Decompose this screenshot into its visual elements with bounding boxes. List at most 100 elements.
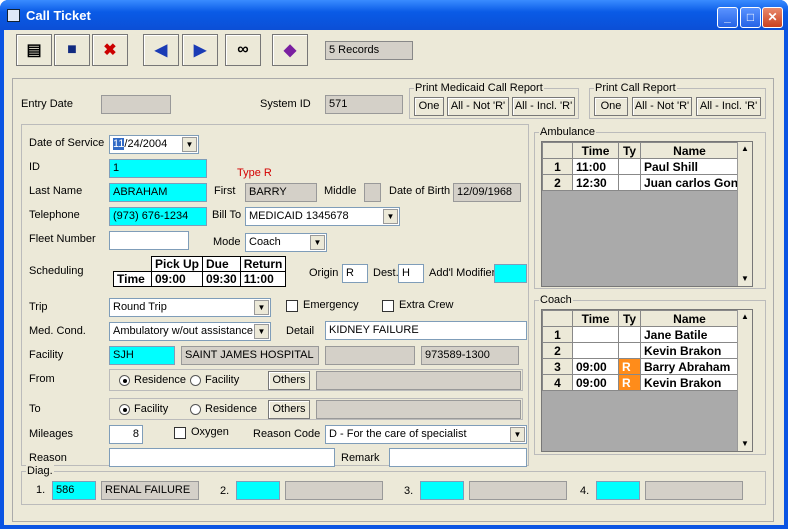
medicaid-all-incl-r-button[interactable]: All - Incl. 'R' (512, 97, 575, 116)
scroll-down-icon[interactable]: ▼ (738, 437, 752, 451)
scheduling-label: Scheduling (29, 265, 84, 277)
oxygen-label: Oxygen (191, 426, 229, 438)
remark-field[interactable] (389, 448, 527, 467)
due-time[interactable]: 09:30 (202, 271, 241, 287)
diag-4-code[interactable] (596, 481, 640, 500)
reason-field[interactable] (109, 448, 335, 467)
chevron-down-icon[interactable]: ▼ (510, 427, 525, 442)
ambulance-grid[interactable]: Time Ty Name 1 11:00 Paul Shill 2 12:30 Juan c… (541, 141, 753, 287)
bill-to-select[interactable]: MEDICAID 1345678 ▼ (245, 207, 400, 226)
trip-select[interactable]: Round Trip ▼ (109, 298, 271, 317)
return-time[interactable]: 11:00 (239, 271, 287, 287)
medicaid-one-button[interactable]: One (414, 97, 444, 116)
facility-phone-field: 973589-1300 (421, 346, 519, 365)
from-others-button[interactable]: Others (268, 371, 310, 390)
extra-crew-checkbox[interactable] (382, 300, 394, 312)
row-number: 2 (542, 174, 573, 191)
middle-field[interactable] (364, 183, 381, 202)
ambulance-ty-header: Ty (618, 142, 641, 159)
ambulance-time-header: Time (572, 142, 619, 159)
scroll-up-icon[interactable]: ▲ (738, 310, 752, 324)
entry-date-field[interactable] (101, 95, 171, 114)
to-residence-radio[interactable] (190, 404, 201, 415)
dest-field[interactable]: H (398, 264, 424, 283)
coach-time-header: Time (572, 310, 619, 327)
previous-button[interactable]: ◀ (143, 34, 179, 66)
call-all-incl-r-button[interactable]: All - Incl. 'R' (696, 97, 761, 116)
first-name-field[interactable]: BARRY (245, 183, 317, 202)
detail-field[interactable]: KIDNEY FAILURE (325, 321, 527, 340)
facility-name-field: SAINT JAMES HOSPITAL (181, 346, 319, 365)
row-type (618, 342, 641, 359)
medicaid-all-not-r-button[interactable]: All - Not 'R' (447, 97, 509, 116)
diag-1-code[interactable]: 586 (52, 481, 96, 500)
call-one-button[interactable]: One (594, 97, 628, 116)
ambulance-name-header: Name (640, 142, 739, 159)
origin-field[interactable]: R (342, 264, 368, 283)
table-row[interactable]: 2 12:30 Juan carlos Gon (542, 174, 739, 191)
delete-button[interactable]: ✖ (92, 34, 128, 66)
last-name-field[interactable]: ABRAHAM (109, 183, 207, 202)
chevron-down-icon[interactable]: ▼ (310, 235, 325, 250)
id-field[interactable]: 1 (109, 159, 207, 178)
facility-code-field[interactable]: SJH (109, 346, 175, 365)
emergency-checkbox[interactable] (286, 300, 298, 312)
call-all-not-r-button[interactable]: All - Not 'R' (632, 97, 692, 116)
from-facility-radio[interactable] (190, 375, 201, 386)
reason-code-select[interactable]: D - For the care of specialist ▼ (325, 425, 527, 444)
mode-select[interactable]: Coach ▼ (245, 233, 327, 252)
title-bar[interactable]: Call Ticket _ □ ✕ (0, 0, 788, 30)
diag-2-code[interactable] (236, 481, 280, 500)
chevron-down-icon[interactable]: ▼ (254, 300, 269, 315)
ambulance-scrollbar[interactable]: ▲ ▼ (737, 142, 752, 286)
dob-field[interactable]: 12/09/1968 (453, 183, 521, 202)
row-type (618, 158, 641, 175)
addl-modifier-field[interactable] (494, 264, 527, 283)
chevron-down-icon[interactable]: ▼ (254, 324, 269, 339)
row-number: 4 (542, 374, 573, 391)
med-cond-label: Med. Cond. (29, 325, 86, 337)
fleet-number-field[interactable] (109, 231, 189, 250)
coach-scrollbar[interactable]: ▲ ▼ (737, 310, 752, 451)
bill-to-value: MEDICAID 1345678 (249, 210, 349, 222)
dos-picker[interactable]: 11/24/2004 ▼ (109, 135, 199, 154)
time-row-label: Time (113, 271, 152, 287)
reason-code-label: Reason Code (253, 428, 321, 440)
row-time: 09:00 (572, 358, 619, 375)
table-row[interactable]: 2 Kevin Brakon (542, 342, 739, 359)
chevron-down-icon[interactable]: ▼ (182, 137, 197, 152)
diag-1-label: 1. (36, 484, 46, 496)
chevron-down-icon[interactable]: ▼ (383, 209, 398, 224)
maximize-button[interactable]: □ (740, 7, 761, 28)
scroll-up-icon[interactable]: ▲ (738, 142, 752, 156)
table-row[interactable]: 1 11:00 Paul Shill (542, 158, 739, 175)
help-button[interactable]: ◆ (272, 34, 308, 66)
minimize-button[interactable]: _ (717, 7, 738, 28)
diag-3-code[interactable] (420, 481, 464, 500)
oxygen-checkbox[interactable] (174, 427, 186, 439)
call-report-title: Print Call Report (594, 82, 677, 94)
scroll-down-icon[interactable]: ▼ (738, 272, 752, 286)
from-residence-radio[interactable] (119, 375, 130, 386)
from-group: Residence Facility Others (109, 369, 523, 391)
to-facility-radio[interactable] (119, 404, 130, 415)
to-others-button[interactable]: Others (268, 400, 310, 419)
diag-4-label: 4. (580, 485, 590, 497)
med-cond-select[interactable]: Ambulatory w/out assistance ▼ (109, 322, 271, 341)
records-count: 5 Records (325, 41, 413, 60)
close-button[interactable]: ✕ (762, 7, 783, 28)
new-button[interactable]: ▤ (16, 34, 52, 66)
telephone-field[interactable]: (973) 676-1234 (109, 207, 207, 226)
save-button[interactable]: ■ (54, 34, 90, 66)
next-button[interactable]: ▶ (182, 34, 218, 66)
table-row[interactable]: 3 09:00 R Barry Abraham (542, 358, 739, 375)
table-row[interactable]: 4 09:00 R Kevin Brakon (542, 374, 739, 391)
diag-3-desc (469, 481, 567, 500)
from-label: From (29, 373, 55, 385)
pickup-time[interactable]: 09:00 (150, 271, 204, 287)
find-button[interactable]: ∞ (225, 34, 261, 66)
coach-title: Coach (539, 294, 573, 306)
table-row[interactable]: 1 Jane Batile (542, 326, 739, 343)
coach-grid[interactable]: Time Ty Name 1 Jane Batile 2 Kevin Brakon 30… (541, 309, 753, 452)
mileages-field[interactable]: 8 (109, 425, 143, 444)
